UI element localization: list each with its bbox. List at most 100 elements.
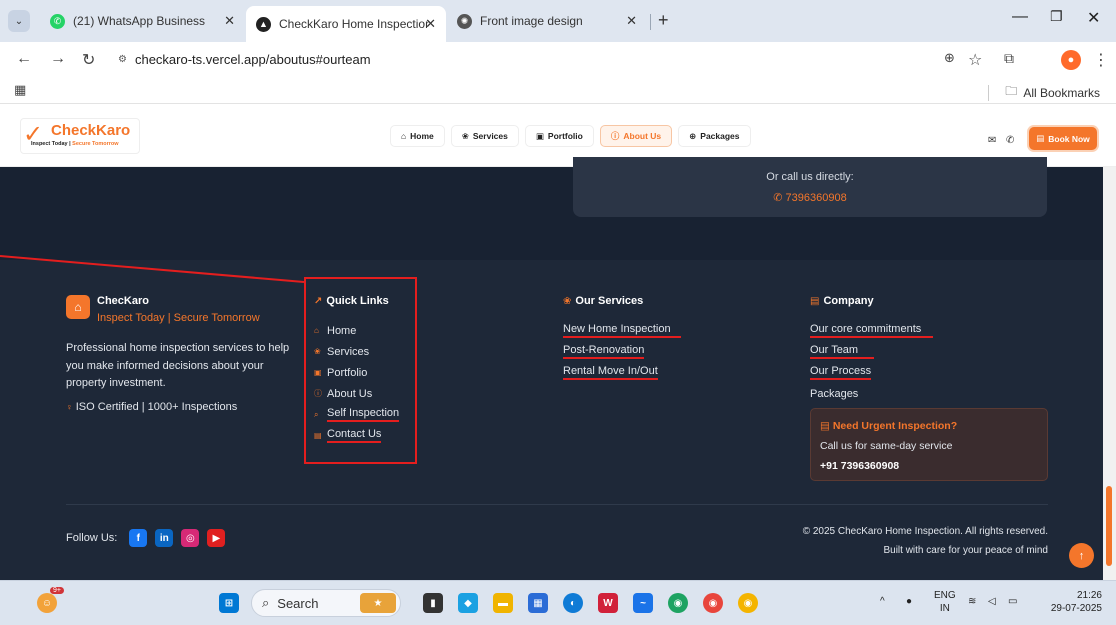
services-heading: ❀ Our Services [563, 295, 644, 307]
apps-grid-icon[interactable]: ▦ [14, 82, 26, 98]
footer-certification: ♀ ISO Certified | 1000+ Inspections [66, 401, 238, 413]
reload-icon[interactable]: ↻ [82, 50, 95, 70]
edge-icon[interactable]: ◐ [563, 593, 583, 613]
nav-about-us[interactable]: ⓘ About Us [599, 125, 673, 147]
close-icon[interactable]: ✕ [626, 13, 637, 29]
tab-separator [650, 14, 651, 30]
volume-icon[interactable]: ◁ [988, 595, 996, 608]
scroll-to-top-button[interactable]: ↑ [1069, 543, 1094, 568]
new-tab-icon[interactable]: + [658, 10, 669, 31]
footer-service-new-home[interactable]: New Home Inspection [563, 320, 681, 341]
url-text: checkaro-ts.vercel.app/aboutus#ourteam [134, 51, 371, 67]
site-logo[interactable]: ✓ CheckKaro Inspect Today | Secure Tomor… [20, 118, 140, 154]
urgent-inspection-card: ▤ Need Urgent Inspection? Call us for sa… [810, 408, 1048, 481]
tab-title: (21) WhatsApp Business [73, 14, 206, 28]
annotation-box [304, 277, 417, 464]
services-column: ❀ Our Services New Home Inspection Post-R… [563, 295, 681, 383]
urgent-phone[interactable]: +91 7396360908 [820, 460, 899, 472]
copyright: © 2025 ChecKaro Home Inspection. All rig… [802, 526, 1048, 556]
restore-icon[interactable]: ❐ [1050, 8, 1063, 25]
close-icon[interactable]: ✕ [425, 16, 436, 32]
url-bar[interactable]: ⚙ checkaro-ts.vercel.app/aboutus#ourteam [108, 46, 968, 72]
info-icon: ⓘ [610, 131, 620, 141]
scrollbar-thumb[interactable] [1106, 486, 1112, 566]
footer-tagline: Inspect Today | Secure Tomorrow [97, 312, 260, 324]
bookmark-star-icon[interactable]: ☆ [968, 50, 982, 70]
profile-avatar[interactable]: ● [1061, 50, 1081, 70]
clock[interactable]: 21:26 29-07-2025 [1038, 589, 1102, 615]
extensions-icon[interactable]: ⧉ [1004, 50, 1014, 67]
battery-icon[interactable]: ▭ [1008, 595, 1017, 608]
tab-whatsapp[interactable]: ✆ (21) WhatsApp Business ✕ [40, 6, 245, 36]
logo-brand: CheckKaro [51, 122, 131, 139]
whatsapp-icon: ✆ [50, 13, 65, 29]
menu-kebab-icon[interactable]: ⋮ [1093, 50, 1109, 70]
home-icon: ⌂ [401, 131, 407, 141]
youtube-icon[interactable]: ▶ [207, 529, 226, 547]
phone-icon: ✆ [773, 192, 786, 204]
search-icon: ⌕ [262, 595, 270, 610]
nav-portfolio[interactable]: ▣ Portfolio [524, 125, 594, 147]
tab-front-image[interactable]: ✺ Front image design ✕ [447, 6, 647, 36]
footer-company-commitments[interactable]: Our core commitments [810, 320, 934, 341]
window-close-icon[interactable]: ✕ [1087, 8, 1100, 28]
nav-home[interactable]: ⌂ Home [390, 125, 445, 147]
weather-icon[interactable]: ☺ [37, 593, 57, 613]
openai-icon: ✺ [457, 13, 472, 29]
document-icon: ▤ [810, 295, 820, 307]
app-icon[interactable]: ~ [633, 593, 653, 613]
tray-chevron-icon[interactable]: ^ [880, 595, 885, 608]
widgets-icon[interactable]: ◆ [458, 593, 478, 613]
contact-cta-section: Or call us directly: ✆ 7396360908 [0, 157, 1103, 260]
language-indicator[interactable]: ENG IN [934, 589, 956, 615]
package-icon: ⊕ [689, 130, 697, 141]
portfolio-icon: ▣ [535, 130, 544, 141]
chrome-icon-3[interactable]: ◉ [738, 593, 758, 613]
bookmarks-bar: ▦ 🗀 All Bookmarks [0, 76, 1116, 104]
footer-company-process[interactable]: Our Process [810, 362, 933, 383]
mail-icon[interactable]: ✉ [988, 135, 996, 146]
facebook-icon[interactable]: f [129, 529, 148, 547]
tab-search-chevron-icon[interactable]: ⌄ [8, 10, 30, 32]
store-icon[interactable]: ▦ [528, 593, 548, 613]
all-bookmarks[interactable]: 🗀 All Bookmarks [988, 82, 1100, 103]
footer-company-packages[interactable]: Packages [810, 383, 933, 404]
instagram-icon[interactable]: ◎ [181, 529, 200, 547]
back-arrow-icon[interactable]: ← [16, 50, 32, 68]
chrome-icon[interactable]: ◉ [668, 593, 688, 613]
phone-icon[interactable]: ✆ [1006, 135, 1014, 146]
browser-tab-bar: ⌄ ✆ (21) WhatsApp Business ✕ ▲ CheckKaro… [0, 0, 1116, 42]
minimize-icon[interactable]: — [1012, 8, 1028, 26]
linkedin-icon[interactable]: in [155, 529, 174, 547]
tab-checkaro[interactable]: ▲ CheckKaro Home Inspection - In ✕ [246, 6, 446, 42]
file-explorer-icon[interactable]: ▬ [493, 593, 513, 613]
footer-service-rental[interactable]: Rental Move In/Out [563, 362, 681, 383]
nav-packages[interactable]: ⊕ Packages [678, 125, 751, 147]
call-phone-link[interactable]: ✆ 7396360908 [573, 191, 1047, 204]
company-column: ▤ Company Our core commitments Our Team O… [810, 295, 934, 404]
windows-taskbar: ☺ 9+ ⊞ ⌕ Search ★ ▮ ◆ ▬ ▦ ◐ W ~ ◉ ◉ ◉ ^ … [0, 580, 1116, 625]
chrome-icon-2[interactable]: ◉ [703, 593, 723, 613]
wifi-icon[interactable]: ≋ [968, 595, 976, 608]
footer-brand: ChecKaro [97, 295, 149, 307]
tab-title: Front image design [480, 14, 583, 28]
task-view-icon[interactable]: ▮ [423, 593, 443, 613]
wps-icon[interactable]: W [598, 593, 618, 613]
footer-company-team[interactable]: Our Team [810, 341, 933, 362]
zoom-icon[interactable]: ⊕ [944, 50, 955, 66]
footer-service-post-renovation[interactable]: Post-Renovation [563, 341, 681, 362]
page-scrollbar[interactable] [1103, 167, 1116, 580]
divider [988, 84, 990, 101]
tab-title: CheckKaro Home Inspection - In [279, 17, 429, 31]
site-info-icon[interactable]: ⚙ [118, 54, 127, 65]
forward-arrow-icon[interactable]: → [50, 50, 66, 68]
book-now-button[interactable]: ▤ Book Now [1029, 127, 1097, 150]
main-nav: ⌂ Home ❀ Services ▣ Portfolio ⓘ About Us ⊕ Pa… [390, 125, 751, 147]
site-favicon-icon: ▲ [256, 16, 271, 32]
address-bar-row: ← → ↻ ⚙ checkaro-ts.vercel.app/aboutus#o… [0, 42, 1116, 76]
tray-app-icon[interactable]: ● [906, 595, 912, 608]
follow-us: Follow Us: f in ◎ ▶ [66, 529, 226, 547]
windows-start-icon[interactable]: ⊞ [219, 593, 239, 613]
nav-services[interactable]: ❀ Services [450, 125, 519, 147]
close-icon[interactable]: ✕ [224, 13, 235, 29]
